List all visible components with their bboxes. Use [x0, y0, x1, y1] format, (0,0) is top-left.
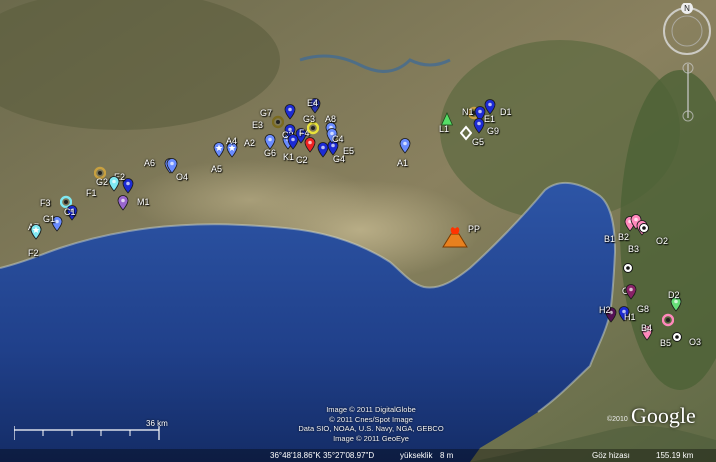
marker-label: H2 [599, 305, 611, 315]
logo-year: ©2010 [607, 416, 628, 423]
dot-marker-icon [639, 223, 649, 233]
map-pin-icon [287, 134, 299, 150]
marker-label: G3 [303, 114, 316, 124]
elevation-label: yükseklik [400, 451, 433, 460]
marker-label: B3 [628, 244, 640, 254]
marker-label: A6 [144, 158, 156, 168]
map-pin-icon [625, 284, 637, 300]
ring-marker-icon [272, 115, 284, 129]
marker-label: A2 [244, 138, 256, 148]
volcano-icon [442, 227, 468, 248]
marker-label: O2 [656, 236, 669, 246]
marker-label: B1 [604, 234, 616, 244]
marker-label: A4 [226, 136, 238, 146]
marker-label: C4 [332, 134, 344, 144]
map-pin-icon [399, 138, 411, 154]
marker-label: G1 [43, 214, 56, 224]
compass-rose-icon[interactable]: N [660, 3, 714, 63]
credit-line: Image © 2011 GeoEye [333, 433, 409, 443]
satellite-terrain [0, 0, 716, 462]
marker-label: G7 [260, 108, 273, 118]
marker-label: E4 [307, 98, 319, 108]
scale-bar: 36 km [13, 419, 174, 444]
marker-label: M1 [137, 197, 150, 207]
marker-label: G2 [96, 177, 109, 187]
marker-label: G9 [487, 126, 500, 136]
marker-label: L1 [439, 124, 450, 134]
marker-label: N1 [462, 107, 474, 117]
scale-label: 36 km [146, 419, 168, 428]
marker-label: F2 [28, 248, 39, 258]
marker-label: B4 [641, 323, 653, 333]
marker-label: G6 [264, 148, 277, 158]
diamond-marker-icon [460, 125, 472, 141]
star-marker-icon [30, 224, 42, 240]
marker-label: F3 [40, 198, 51, 208]
credit-line: © 2011 Cnes/Spot Image [329, 414, 413, 424]
ring-marker-icon [662, 313, 674, 327]
marker-label: B5 [660, 338, 672, 348]
satellite-map-view[interactable]: N A1A2A4A5A6A7A8O4M1E2E3E4E5F1F2F3F4G1G2… [0, 0, 716, 462]
eye-altitude-label: Göz hizası [592, 451, 630, 460]
credit-line: Data SIO, NOAA, U.S. Navy, NGA, GEBCO [298, 424, 444, 434]
map-pin-icon [117, 195, 129, 211]
marker-label: G5 [472, 137, 485, 147]
zoom-control[interactable] [668, 62, 708, 122]
credit-line: Image © 2011 DigitalGlobe [326, 405, 416, 414]
map-pin-icon [284, 104, 296, 120]
marker-label: G4 [333, 154, 346, 164]
google-logo: Google [631, 403, 696, 428]
star-marker-icon [213, 142, 225, 158]
marker-label: A8 [325, 114, 337, 124]
map-pin-icon [473, 118, 485, 134]
marker-label: E1 [484, 114, 496, 124]
dot-marker-icon [672, 332, 682, 342]
map-pin-icon [304, 137, 316, 153]
marker-label: C1 [64, 207, 76, 217]
imagery-credits: Image © 2011 DigitalGlobe © 2011 Cnes/Sp… [276, 405, 466, 443]
marker-label: O4 [176, 172, 189, 182]
marker-label: PP [468, 224, 481, 234]
marker-label: A1 [397, 158, 409, 168]
map-pin-icon [108, 176, 120, 192]
dot-marker-icon [623, 263, 633, 273]
marker-label: D2 [668, 290, 680, 300]
marker-label: O3 [689, 337, 702, 347]
elevation-value: 8 m [440, 451, 454, 460]
marker-label: B2 [618, 232, 630, 242]
marker-label: A5 [211, 164, 223, 174]
marker-label: D1 [500, 107, 512, 117]
marker-label: F1 [86, 188, 97, 198]
marker-label: K1 [283, 152, 295, 162]
marker-label: C2 [296, 155, 308, 165]
eye-altitude-value: 155.19 km [656, 451, 694, 460]
map-pin-icon [317, 142, 329, 158]
coordinates-readout: 36°48'18.86"K 35°27'08.97"D [270, 451, 375, 460]
compass-north-label: N [684, 4, 690, 13]
status-bar: 36°48'18.86"K 35°27'08.97"D yükseklik 8 … [0, 449, 716, 462]
marker-label: H1 [624, 312, 636, 322]
marker-label: G8 [637, 304, 650, 314]
marker-label: E3 [252, 120, 264, 130]
